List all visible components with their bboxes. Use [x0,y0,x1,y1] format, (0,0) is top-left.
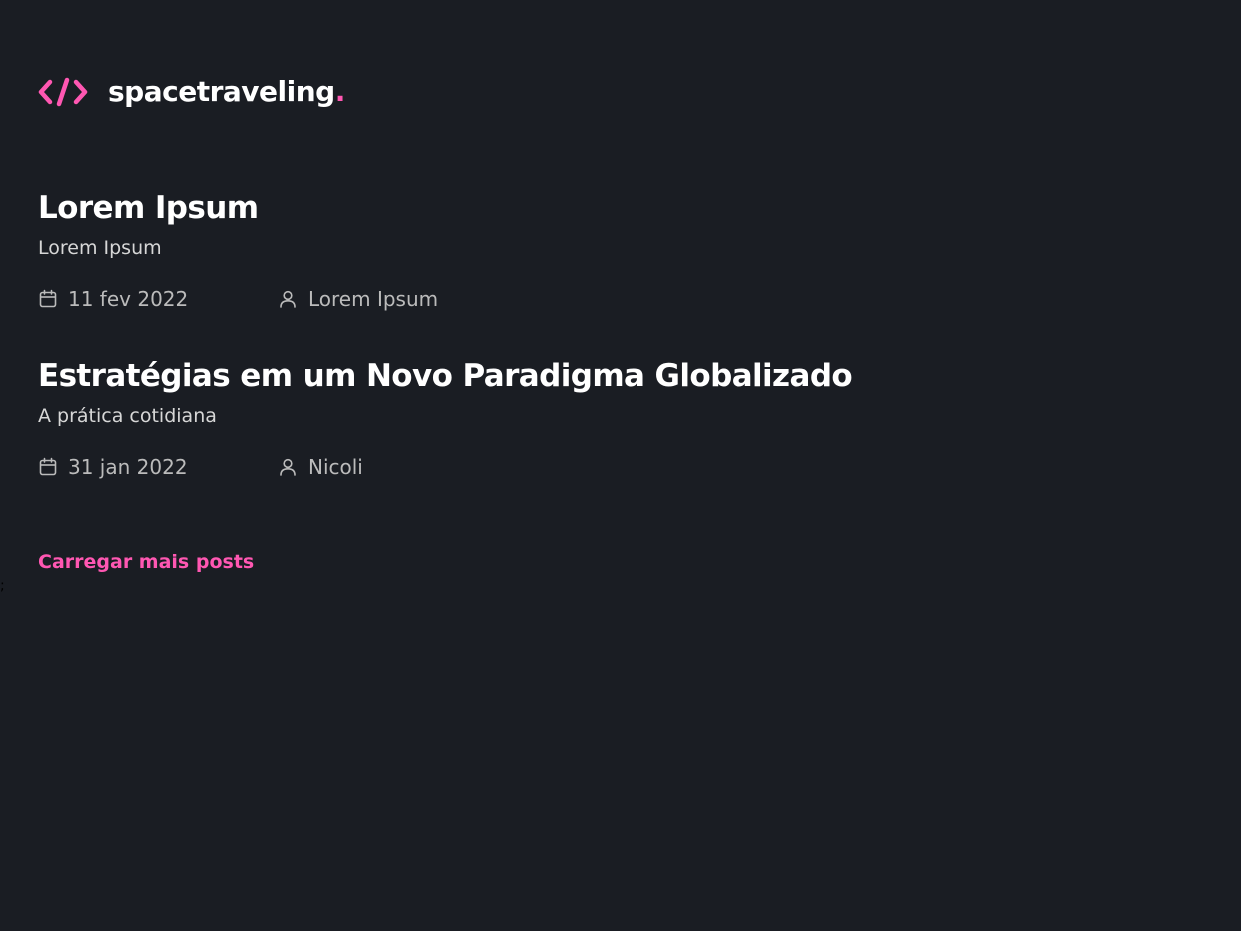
post-author: Nicoli [278,455,363,479]
post-meta: 11 fev 2022 Lorem Ipsum [38,287,1038,311]
code-brackets-icon[interactable] [38,76,88,108]
post-author-text: Lorem Ipsum [308,287,439,311]
post-date-text: 31 jan 2022 [68,455,188,479]
stray-text: ; [0,578,5,594]
post-title[interactable]: Estratégias em um Novo Paradigma Globali… [38,356,1038,396]
calendar-icon [39,457,57,476]
post-item[interactable]: Lorem Ipsum Lorem Ipsum 11 fev 2022 Lore… [38,188,1038,311]
post-item[interactable]: Estratégias em um Novo Paradigma Globali… [38,356,1038,479]
post-subtitle: A prática cotidiana [38,405,217,427]
calendar-icon [39,289,57,308]
page: spacetraveling. Lorem Ipsum Lorem Ipsum … [0,0,1241,931]
site-header: spacetraveling. [38,72,345,112]
post-subtitle: Lorem Ipsum [38,237,162,259]
post-meta: 31 jan 2022 Nicoli [38,455,1038,479]
brand-logo-text[interactable]: spacetraveling. [108,72,345,112]
user-icon [280,458,296,476]
post-list: Lorem Ipsum Lorem Ipsum 11 fev 2022 Lore… [38,188,1038,524]
brand-name: spacetraveling [108,75,335,108]
post-date: 11 fev 2022 [38,287,278,311]
post-date-text: 11 fev 2022 [68,287,189,311]
brand-dot: . [334,75,346,108]
load-more-button[interactable]: Carregar mais posts [38,550,254,574]
post-author-text: Nicoli [308,455,363,479]
post-title[interactable]: Lorem Ipsum [38,188,1038,228]
post-author: Lorem Ipsum [278,287,438,311]
post-date: 31 jan 2022 [38,455,278,479]
user-icon [280,290,296,308]
